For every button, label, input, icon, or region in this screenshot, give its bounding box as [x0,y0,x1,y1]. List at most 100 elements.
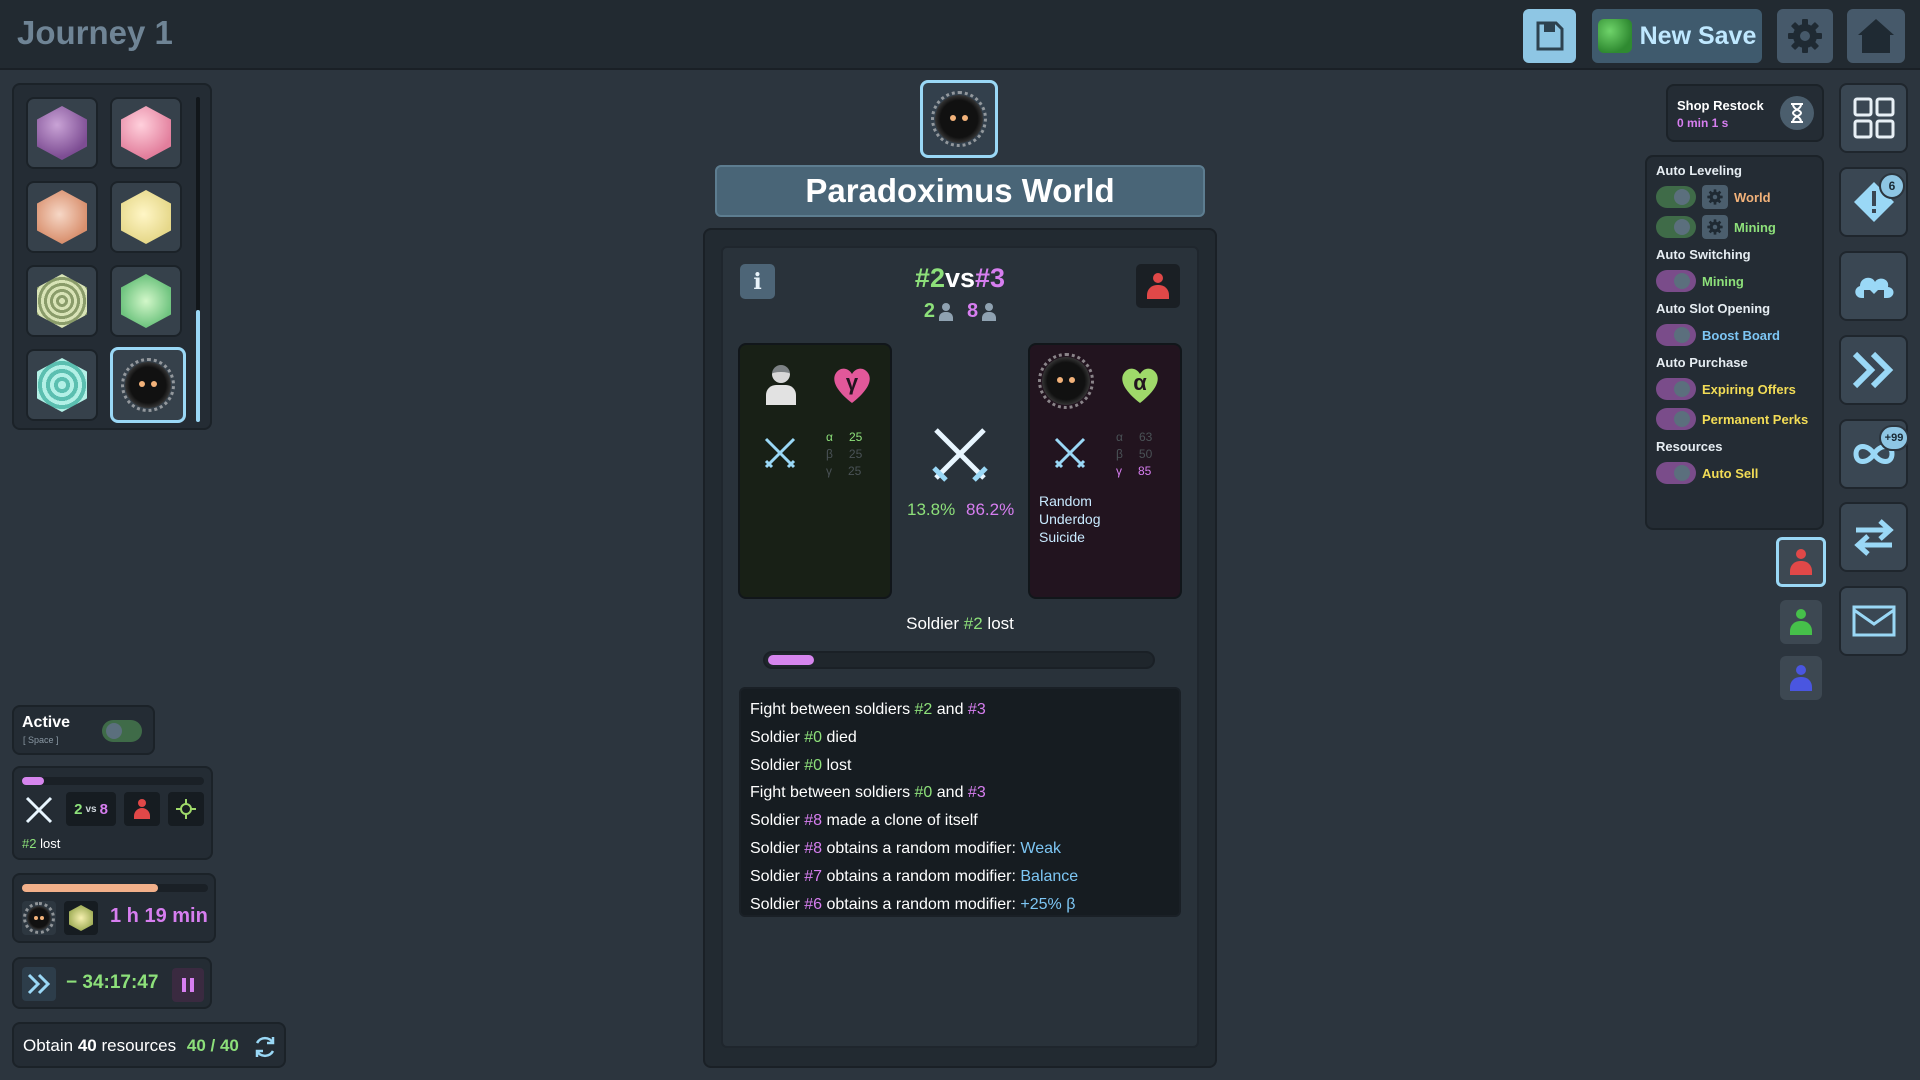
log-line: Soldier #8 obtains a random modifier: We… [750,835,1170,863]
result-prefix: Soldier [906,614,960,633]
fight-vs: vs [85,803,97,815]
left-stats: α 25 β 25 γ 25 [826,429,862,480]
automation-row: Auto Sell [1656,461,1758,485]
automation-section-title: Resources [1656,439,1723,454]
world-tile-paradoximus[interactable] [110,347,186,423]
automation-label: Boost Board [1702,327,1780,343]
left-type-label: γ [845,370,859,395]
battle-progress-fill [768,655,815,665]
log-fragment: obtains a random modifier: [822,867,1021,885]
automation-row: Mining [1656,269,1744,293]
info-button[interactable]: i [740,264,775,299]
log-fragment: Fight between soldiers [750,784,915,802]
modifier-item: Random [1039,493,1092,509]
fast-forward-menu-button[interactable] [1839,335,1908,405]
resource-icon [69,905,93,931]
goal-progress: 40 / 40 [186,1036,239,1055]
automation-toggle[interactable] [1656,186,1696,208]
cloud-button[interactable] [1839,251,1908,321]
world-tile-pink[interactable] [110,97,182,169]
automation-row: Boost Board [1656,323,1780,347]
log-fragment: obtains a random modifier: [822,839,1021,857]
log-fragment: #0 [804,728,823,746]
automation-label: Permanent Perks [1702,411,1809,427]
active-toggle[interactable] [102,720,142,742]
log-fragment: Soldier [750,867,805,885]
right-win-chance: 86.2% [966,500,1015,519]
automation-toggle[interactable] [1656,378,1696,400]
shop-restock-button[interactable] [1780,96,1814,130]
left-win-chance: 13.8% [907,500,956,519]
target-button[interactable] [168,792,204,826]
infinity-badge: +99 [1879,425,1909,451]
automation-settings-button[interactable] [1702,185,1728,209]
log-fragment: Soldier [750,895,805,913]
world-selector [12,83,212,430]
new-save-button[interactable]: New Save [1592,9,1762,63]
automation-toggle[interactable] [1656,216,1696,238]
swap-button[interactable] [1839,502,1908,572]
save-button[interactable] [1523,9,1576,63]
infinity-button[interactable]: +99 [1839,419,1909,489]
right-modifier-list: Random Underdog Suicide [1039,492,1101,546]
team-green-button[interactable] [1780,600,1822,644]
enemy-team-button[interactable] [1136,264,1180,308]
automation-row: World [1656,185,1771,209]
fight-status-id: #2 [22,836,37,851]
stat-value: 63 [1138,430,1153,444]
log-line: Soldier #0 lost [750,752,1170,780]
mining-world-slot[interactable] [22,901,56,935]
world-tile-teal[interactable] [26,349,98,421]
automation-settings-button[interactable] [1702,215,1728,239]
world-list-scroll-thumb[interactable] [196,310,200,422]
team-red-button[interactable] [1776,537,1826,587]
pause-button[interactable] [172,968,204,1002]
swap-arrows-icon [1853,519,1894,556]
clash-swords-icon [932,428,988,482]
hourglass-icon [1791,103,1803,123]
automation-label: Auto Sell [1702,465,1759,481]
battle-log: Fight between soldiers #2 and #3 Soldier … [739,687,1181,917]
mining-time: 1 h 19 min [110,905,208,927]
fast-forward-button[interactable] [22,967,56,1001]
fast-forward-icon [27,973,51,995]
gear-icon [1788,19,1822,53]
fight-status-text: lost [40,836,61,851]
world-tile-amethyst[interactable] [26,97,98,169]
log-fragment: #0 [914,784,933,802]
goal-text: Obtain 40 resources 40 / 40 [23,1036,239,1056]
left-army-count: 2 [923,300,935,322]
automation-toggle[interactable] [1656,462,1696,484]
log-fragment: #8 [804,812,823,830]
automation-row: Expiring Offers [1656,377,1796,401]
crossed-swords-icon [1054,437,1086,469]
world-name: Paradoximus World [715,165,1205,217]
world-tile-coral[interactable] [26,181,98,253]
log-fragment: made a clone of itself [822,812,978,830]
alerts-button[interactable]: 6 [1839,167,1908,237]
automation-toggle[interactable] [1656,270,1696,292]
log-fragment: #0 [804,756,823,774]
settings-button[interactable] [1777,9,1833,63]
refresh-icon[interactable] [252,1034,278,1060]
home-button[interactable] [1847,9,1905,63]
world-tile-yellow[interactable] [110,181,182,253]
automation-toggle[interactable] [1656,408,1696,430]
mail-button[interactable] [1839,586,1908,656]
target-icon [176,799,196,819]
timer-panel: − 34:17:47 [12,957,212,1009]
paradoximus-world-icon [931,91,987,147]
fight-left-count: 2 [74,800,83,818]
automation-section-title: Auto Switching [1656,247,1751,262]
grid-view-button[interactable] [1839,83,1908,153]
house-icon [1858,19,1894,53]
mining-resource-slot[interactable] [64,901,98,935]
automation-panel: Auto Leveling World Mining Auto Switching Mi… [1645,155,1824,530]
automation-section-title: Auto Slot Opening [1656,301,1771,316]
team-blue-button[interactable] [1780,656,1822,700]
fight-enemy-team-button[interactable] [124,792,160,826]
world-tile-green[interactable] [110,265,182,337]
boss-portrait[interactable] [920,80,998,158]
automation-toggle[interactable] [1656,324,1696,346]
world-tile-mandala[interactable] [26,265,98,337]
